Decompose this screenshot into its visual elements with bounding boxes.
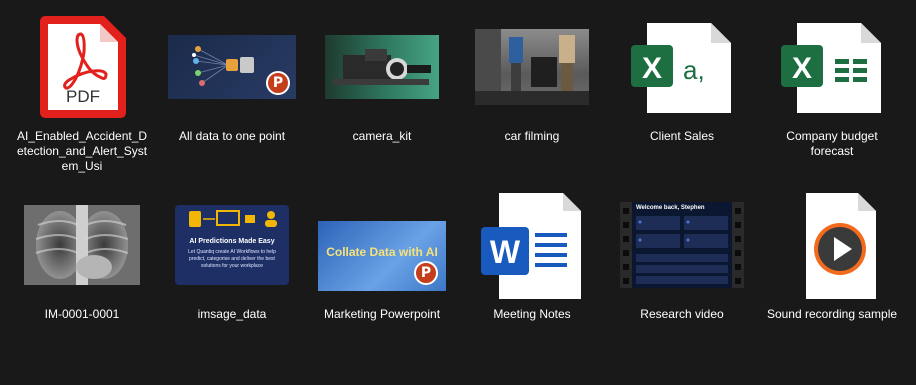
pdf-badge-text: PDF xyxy=(66,87,100,106)
file-name: Client Sales xyxy=(649,129,715,143)
file-tile[interactable]: X a, Client Sales xyxy=(612,8,752,178)
file-name: Sound recording sample xyxy=(766,307,898,321)
file-tile[interactable]: IM-0001-0001 xyxy=(12,186,152,356)
file-name: camera_kit xyxy=(352,129,412,143)
file-name: Research video xyxy=(640,307,724,321)
word-letter: W xyxy=(490,234,521,270)
thumb-title: Collate Data with AI xyxy=(326,245,438,259)
csv-glyph: a, xyxy=(683,55,705,85)
file-name: car filming xyxy=(504,129,560,143)
file-tile[interactable]: W Meeting Notes xyxy=(462,186,602,356)
file-name: AI_Enabled_Accident_Detection_and_Alert_… xyxy=(16,129,148,173)
excel-csv-icon: X a, xyxy=(612,8,752,126)
image-thumbnail xyxy=(462,8,602,126)
thumb-title: Welcome back, Stephen xyxy=(636,205,705,211)
excel-icon: X xyxy=(762,8,902,126)
file-tile[interactable]: Welcome back, Stephen Research video xyxy=(612,186,752,356)
file-name: All data to one point xyxy=(178,129,286,143)
file-tile[interactable]: car filming xyxy=(462,8,602,178)
file-tile[interactable]: X Company budget forecast xyxy=(762,8,902,178)
word-icon: W xyxy=(462,186,602,304)
file-name: Company budget forecast xyxy=(786,129,878,158)
file-tile[interactable]: Collate Data with AI P Marketing Powerpo… xyxy=(312,186,452,356)
powerpoint-icon: P xyxy=(414,261,438,285)
audio-icon xyxy=(762,186,902,304)
file-name: Meeting Notes xyxy=(493,307,571,321)
powerpoint-thumbnail: P xyxy=(162,8,302,126)
file-tile[interactable]: Sound recording sample xyxy=(762,186,902,356)
excel-letter: X xyxy=(792,52,812,85)
image-thumbnail xyxy=(312,8,452,126)
pdf-icon: PDF xyxy=(12,8,152,126)
thumb-text: Let Quantiq create AI Workflows to help … xyxy=(188,249,276,269)
xray-image-thumbnail xyxy=(12,186,152,304)
thumb-title: AI Predictions Made Easy xyxy=(189,238,275,245)
file-tile[interactable]: P All data to one point xyxy=(162,8,302,178)
file-name: imsage_data xyxy=(197,307,267,321)
excel-letter: X xyxy=(642,52,662,85)
video-thumbnail: Welcome back, Stephen xyxy=(612,186,752,304)
powerpoint-thumbnail: Collate Data with AI P xyxy=(312,186,452,304)
file-name: Marketing Powerpoint xyxy=(323,307,441,321)
file-tile[interactable]: PDF AI_Enabled_Accident_Detection_and_Al… xyxy=(12,8,152,178)
powerpoint-icon: P xyxy=(266,71,290,95)
file-tile[interactable]: camera_kit xyxy=(312,8,452,178)
image-thumbnail: AI Predictions Made Easy Let Quantiq cre… xyxy=(162,186,302,304)
file-tile[interactable]: AI Predictions Made Easy Let Quantiq cre… xyxy=(162,186,302,356)
file-name: IM-0001-0001 xyxy=(44,307,120,321)
